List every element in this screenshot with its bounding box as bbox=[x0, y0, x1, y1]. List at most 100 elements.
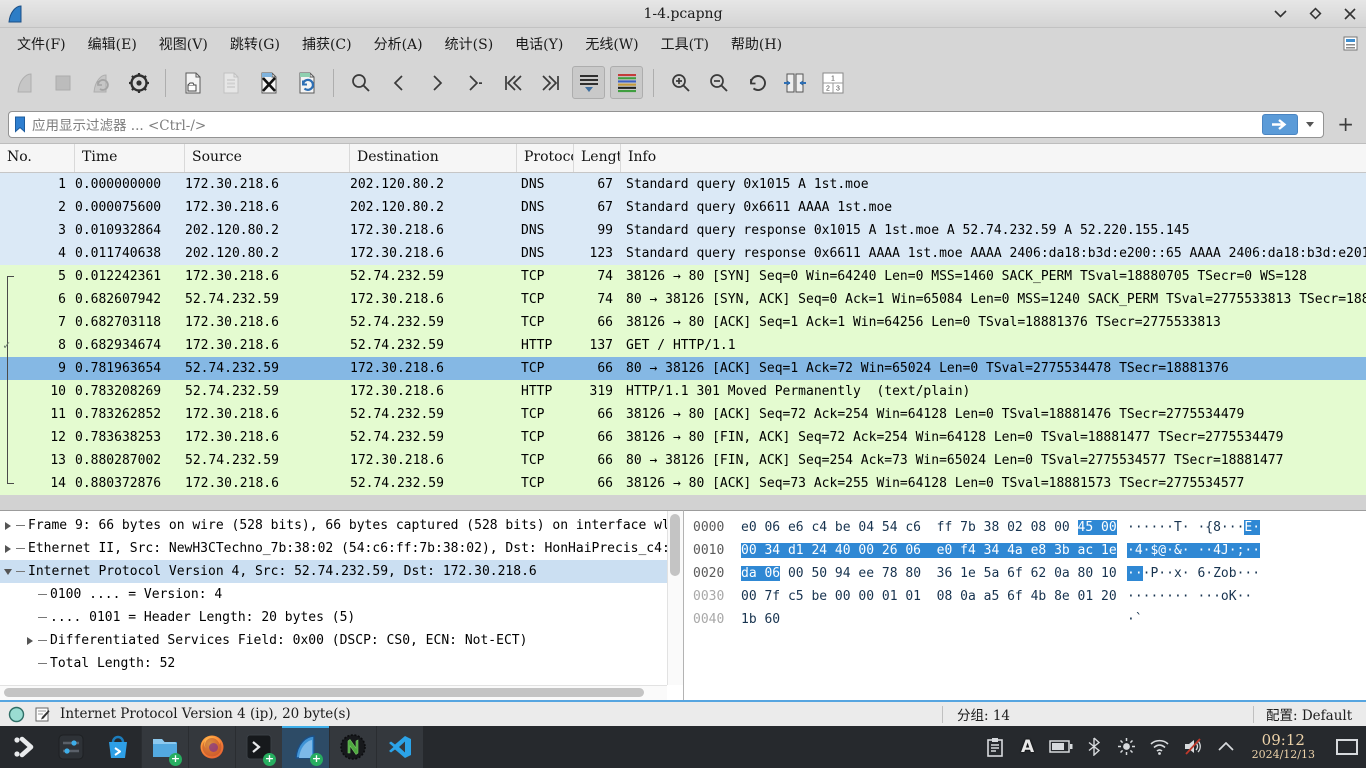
volume-muted-icon[interactable] bbox=[1180, 734, 1206, 760]
close-file-button[interactable] bbox=[252, 66, 285, 99]
packet-row-6[interactable]: 60.68260794252.74.232.59172.30.218.6TCP7… bbox=[0, 288, 1366, 311]
packet-row-8[interactable]: 80.682934674172.30.218.652.74.232.59HTTP… bbox=[0, 334, 1366, 357]
go-first-button[interactable] bbox=[496, 66, 529, 99]
numbered-columns-button[interactable]: 123 bbox=[816, 66, 849, 99]
clock[interactable]: 09:12 2024/12/13 bbox=[1252, 733, 1315, 760]
column-header-source[interactable]: Source bbox=[185, 144, 350, 172]
auto-scroll-button[interactable] bbox=[572, 66, 605, 99]
detail-line-5[interactable]: .... 0101 = Header Length: 20 bytes (5) bbox=[0, 606, 683, 629]
status-profile[interactable]: 配置: Default bbox=[1254, 704, 1366, 724]
details-horizontal-scrollbar[interactable] bbox=[0, 685, 667, 700]
show-desktop-button[interactable] bbox=[1336, 739, 1358, 755]
packet-bytes-pane[interactable]: 0000e0 06 e6 c4 be 04 54 c6 ff 7b 38 02 … bbox=[683, 510, 1366, 700]
detail-line-3[interactable]: Internet Protocol Version 4, Src: 52.74.… bbox=[0, 560, 683, 583]
expander-open-icon[interactable] bbox=[0, 569, 16, 575]
menu-2[interactable]: 编辑(E) bbox=[77, 30, 148, 58]
expander-closed-icon[interactable] bbox=[0, 545, 16, 553]
app-launcher-task[interactable] bbox=[0, 726, 47, 768]
packet-row-13[interactable]: 130.88028700252.74.232.59172.30.218.6TCP… bbox=[0, 449, 1366, 472]
packet-row-1[interactable]: 10.000000000172.30.218.6202.120.80.2DNS6… bbox=[0, 173, 1366, 196]
packet-row-3[interactable]: 30.010932864202.120.80.2172.30.218.6DNS9… bbox=[0, 219, 1366, 242]
capture-options-button[interactable] bbox=[122, 66, 155, 99]
packet-row-10[interactable]: 100.78320826952.74.232.59172.30.218.6HTT… bbox=[0, 380, 1366, 403]
details-vertical-scrollbar[interactable] bbox=[667, 511, 683, 685]
zoom-in-button[interactable] bbox=[664, 66, 697, 99]
menu-7[interactable]: 统计(S) bbox=[434, 30, 505, 58]
hex-row-0000[interactable]: 0000e0 06 e6 c4 be 04 54 c6 ff 7b 38 02 … bbox=[693, 516, 1366, 539]
bluetooth-icon[interactable] bbox=[1081, 734, 1107, 760]
resize-columns-button[interactable] bbox=[778, 66, 811, 99]
wifi-icon[interactable] bbox=[1147, 734, 1173, 760]
packet-row-12[interactable]: 120.783638253172.30.218.652.74.232.59TCP… bbox=[0, 426, 1366, 449]
toolbar-overflow-icon[interactable] bbox=[1343, 36, 1358, 51]
expander-closed-icon[interactable] bbox=[22, 637, 38, 645]
capture-comment-icon[interactable] bbox=[34, 706, 51, 723]
hex-row-0040[interactable]: 00401b 60·` bbox=[693, 608, 1366, 631]
add-filter-button[interactable]: + bbox=[1333, 112, 1358, 136]
detail-line-6[interactable]: Differentiated Services Field: 0x00 (DSC… bbox=[0, 629, 683, 652]
column-header-lengtl[interactable]: Lengtl bbox=[574, 144, 621, 172]
menu-1[interactable]: 文件(F) bbox=[6, 30, 77, 58]
terminal-task[interactable]: + bbox=[235, 726, 282, 768]
menu-9[interactable]: 无线(W) bbox=[574, 30, 649, 58]
detail-line-4[interactable]: 0100 .... = Version: 4 bbox=[0, 583, 683, 606]
display-filter-input[interactable]: 应用显示过滤器 ... <Ctrl-/> bbox=[8, 111, 1324, 138]
expert-info-icon[interactable] bbox=[8, 706, 25, 723]
colorize-button[interactable] bbox=[610, 66, 643, 99]
menu-5[interactable]: 捕获(C) bbox=[291, 30, 363, 58]
filter-dropdown-caret-icon[interactable] bbox=[1306, 122, 1314, 127]
menu-4[interactable]: 跳转(G) bbox=[219, 30, 291, 58]
go-last-button[interactable] bbox=[534, 66, 567, 99]
column-header-time[interactable]: Time bbox=[75, 144, 185, 172]
column-header-protocol[interactable]: Protocol bbox=[517, 144, 574, 172]
packet-row-5[interactable]: 50.012242361172.30.218.652.74.232.59TCP7… bbox=[0, 265, 1366, 288]
filter-bookmark-icon[interactable] bbox=[14, 116, 26, 133]
detail-line-2[interactable]: Ethernet II, Src: NewH3CTechno_7b:38:02 … bbox=[0, 537, 683, 560]
column-header-no[interactable]: No. bbox=[0, 144, 75, 172]
hex-row-0030[interactable]: 003000 7f c5 be 00 00 01 01 08 0a a5 6f … bbox=[693, 585, 1366, 608]
hex-row-0020[interactable]: 0020da 06 00 50 94 ee 78 80 36 1e 5a 6f … bbox=[693, 562, 1366, 585]
system-settings-task[interactable] bbox=[47, 726, 94, 768]
zoom-out-button[interactable] bbox=[702, 66, 735, 99]
minimize-button[interactable] bbox=[1274, 9, 1287, 18]
menu-11[interactable]: 帮助(H) bbox=[720, 30, 793, 58]
go-forward-button[interactable] bbox=[420, 66, 453, 99]
detail-line-1[interactable]: Frame 9: 66 bytes on wire (528 bits), 66… bbox=[0, 514, 683, 537]
menu-10[interactable]: 工具(T) bbox=[650, 30, 720, 58]
vscode-task[interactable] bbox=[376, 726, 423, 768]
file-manager-task[interactable]: + bbox=[141, 726, 188, 768]
apply-filter-button[interactable] bbox=[1262, 114, 1298, 135]
maximize-button[interactable] bbox=[1309, 7, 1322, 20]
firefox-task[interactable] bbox=[188, 726, 235, 768]
packet-row-11[interactable]: 110.783262852172.30.218.652.74.232.59TCP… bbox=[0, 403, 1366, 426]
packet-row-4[interactable]: 40.011740638202.120.80.2172.30.218.6DNS1… bbox=[0, 242, 1366, 265]
neovim-task[interactable] bbox=[329, 726, 376, 768]
pane-splitter[interactable] bbox=[0, 495, 1366, 510]
detail-line-7[interactable]: Total Length: 52 bbox=[0, 652, 683, 675]
column-header-destination[interactable]: Destination bbox=[350, 144, 517, 172]
packet-row-14[interactable]: 140.880372876172.30.218.652.74.232.59TCP… bbox=[0, 472, 1366, 495]
close-button[interactable] bbox=[1344, 8, 1356, 20]
packet-row-7[interactable]: 70.682703118172.30.218.652.74.232.59TCP6… bbox=[0, 311, 1366, 334]
packet-row-9[interactable]: 90.78196365452.74.232.59172.30.218.6TCP6… bbox=[0, 357, 1366, 380]
find-packet-button[interactable] bbox=[344, 66, 377, 99]
wireshark-task[interactable]: + bbox=[282, 726, 329, 768]
menu-3[interactable]: 视图(V) bbox=[148, 30, 219, 58]
expander-closed-icon[interactable] bbox=[0, 522, 16, 530]
column-header-info[interactable]: Info bbox=[621, 144, 1366, 172]
clipboard-icon[interactable] bbox=[982, 734, 1008, 760]
reload-file-button[interactable] bbox=[290, 66, 323, 99]
keyboard-layout-icon[interactable]: A bbox=[1015, 734, 1041, 760]
battery-icon[interactable] bbox=[1048, 734, 1074, 760]
discover-task[interactable] bbox=[94, 726, 141, 768]
menu-8[interactable]: 电话(Y) bbox=[504, 30, 574, 58]
open-file-button[interactable] bbox=[176, 66, 209, 99]
chevron-up-icon[interactable] bbox=[1213, 734, 1239, 760]
zoom-reset-button[interactable] bbox=[740, 66, 773, 99]
go-back-button[interactable] bbox=[382, 66, 415, 99]
go-to-packet-button[interactable] bbox=[458, 66, 491, 99]
packet-row-2[interactable]: 20.000075600172.30.218.6202.120.80.2DNS6… bbox=[0, 196, 1366, 219]
brightness-icon[interactable] bbox=[1114, 734, 1140, 760]
menu-6[interactable]: 分析(A) bbox=[363, 30, 434, 58]
hex-row-0010[interactable]: 001000 34 d1 24 40 00 26 06 e0 f4 34 4a … bbox=[693, 539, 1366, 562]
